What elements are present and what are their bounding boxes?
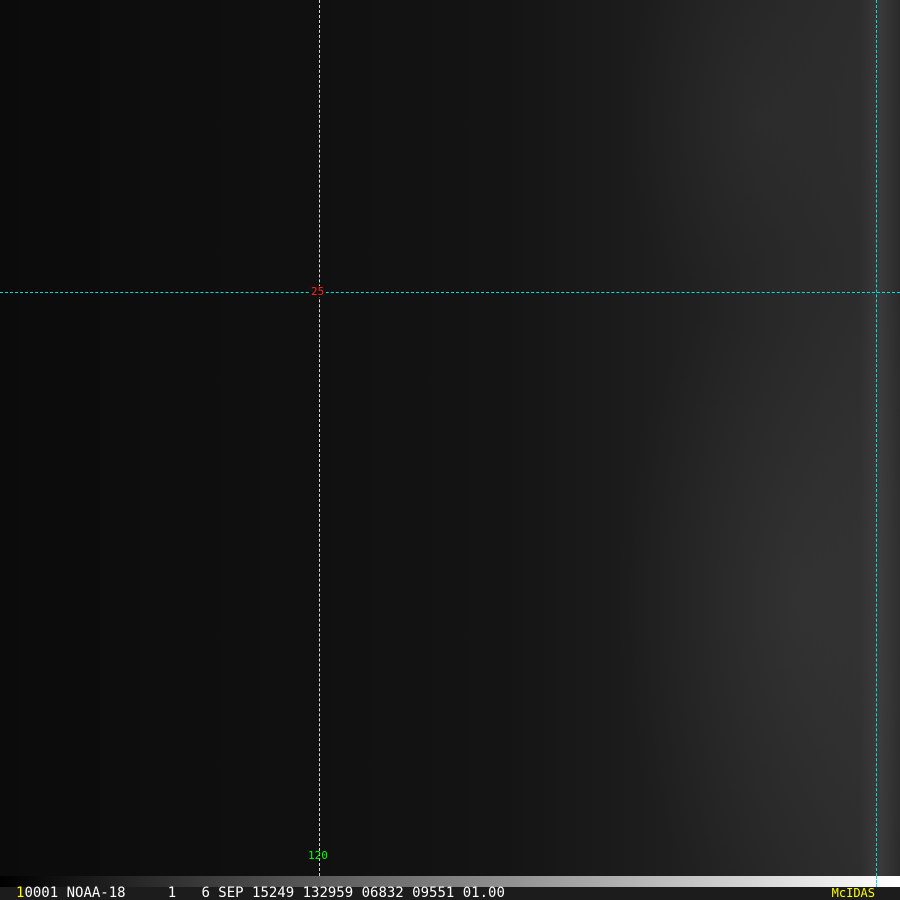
image-caption-bar: 10001 NOAA-18 1 6 SEP 15249 132959 06832… (0, 885, 900, 900)
meridian-line-right-tick (876, 876, 877, 887)
mcidas-logo: McIDAS (831, 886, 875, 900)
meridian-120-line (319, 0, 320, 876)
parallel-25-line (0, 292, 900, 293)
latitude-label: 25 (309, 285, 327, 298)
satellite-image-frame: 25 120 10001 NOAA-18 1 6 SEP 15249 13295… (0, 0, 900, 900)
longitude-label: 120 (308, 849, 328, 862)
satellite-imagery (0, 0, 900, 876)
caption-text: 0001 NOAA-18 1 6 SEP 15249 132959 06832 … (24, 885, 505, 900)
meridian-line-right (876, 0, 877, 876)
